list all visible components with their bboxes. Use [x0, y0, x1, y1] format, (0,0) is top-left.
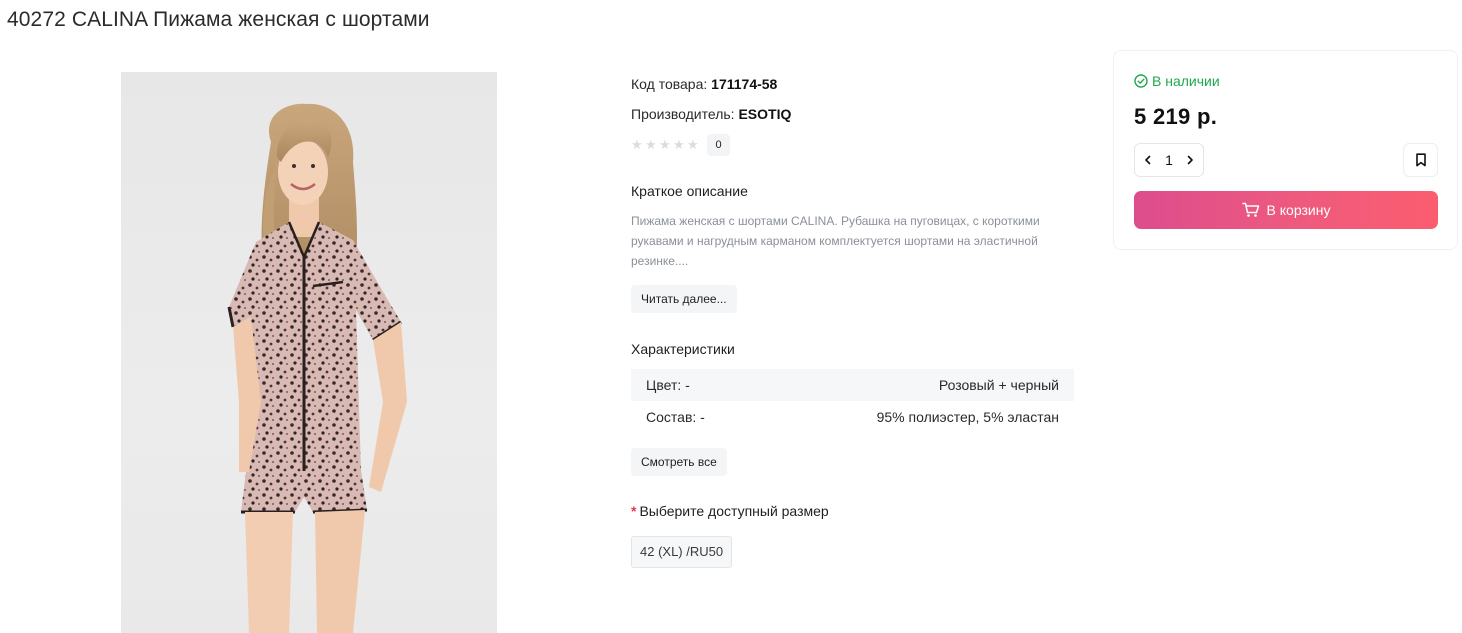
characteristic-label: Состав: -	[646, 409, 705, 425]
product-photo-illustration	[227, 103, 407, 633]
chevron-right-icon	[1187, 155, 1193, 165]
product-maker: Производитель: ESOTIQ	[631, 104, 791, 124]
add-to-cart-button[interactable]: В корзину	[1134, 191, 1438, 229]
star-icon[interactable]: ★	[631, 139, 644, 152]
chevron-left-icon	[1145, 155, 1151, 165]
product-code: Код товара: 171174-58	[631, 74, 777, 94]
table-row: Цвет: - Розовый + черный	[631, 369, 1074, 401]
star-icon[interactable]: ★	[645, 139, 658, 152]
characteristics-table: Цвет: - Розовый + черный Состав: - 95% п…	[631, 369, 1074, 433]
description-text: Пижама женская с шортами CALINA. Рубашка…	[631, 214, 1040, 268]
star-icon[interactable]: ★	[687, 139, 700, 152]
product-code-label: Код товара:	[631, 76, 708, 92]
quantity-decrease-button[interactable]	[1139, 146, 1157, 174]
product-code-value: 171174-58	[711, 76, 778, 92]
bookmark-icon	[1415, 153, 1426, 167]
size-option[interactable]: 42 (XL) /RU50	[631, 536, 733, 568]
required-mark: *	[631, 503, 637, 519]
page-title: 40272 CALINA Пижама женская с шортами	[7, 8, 430, 31]
quantity-stepper: 1	[1134, 143, 1204, 177]
product-image[interactable]	[121, 72, 497, 633]
stock-label: В наличии	[1152, 73, 1220, 89]
characteristic-label: Цвет: -	[646, 377, 690, 393]
reviews-count-badge[interactable]: 0	[707, 134, 730, 156]
rating-stars[interactable]: ★ ★ ★ ★ ★	[631, 139, 700, 152]
add-to-cart-label: В корзину	[1266, 202, 1331, 218]
characteristic-value: Розовый + черный	[938, 377, 1059, 393]
characteristics-title: Характеристики	[631, 341, 735, 357]
size-title-text: Выберите доступный размер	[639, 503, 829, 519]
quantity-input[interactable]: 1	[1159, 152, 1179, 168]
see-all-characteristics-button[interactable]: Смотреть все	[631, 448, 727, 476]
description-title: Краткое описание	[631, 183, 748, 199]
product-maker-label: Производитель:	[631, 106, 735, 122]
bookmark-button[interactable]	[1403, 143, 1438, 177]
size-title: * Выберите доступный размер	[631, 503, 829, 519]
read-more-button[interactable]: Читать далее...	[631, 285, 737, 313]
cart-icon	[1241, 202, 1259, 217]
table-row: Состав: - 95% полиэстер, 5% эластан	[631, 401, 1074, 433]
stock-status: В наличии	[1134, 73, 1220, 89]
star-icon[interactable]: ★	[673, 139, 686, 152]
star-icon[interactable]: ★	[659, 139, 672, 152]
product-maker-value[interactable]: ESOTIQ	[738, 106, 791, 122]
characteristic-value: 95% полиэстер, 5% эластан	[876, 409, 1059, 425]
buy-box: В наличии 5 219 р. 1 В корзину	[1113, 50, 1458, 250]
rating: ★ ★ ★ ★ ★ 0	[631, 134, 730, 156]
check-circle-icon	[1134, 74, 1148, 88]
price: 5 219 р.	[1134, 104, 1218, 129]
quantity-increase-button[interactable]	[1181, 146, 1199, 174]
